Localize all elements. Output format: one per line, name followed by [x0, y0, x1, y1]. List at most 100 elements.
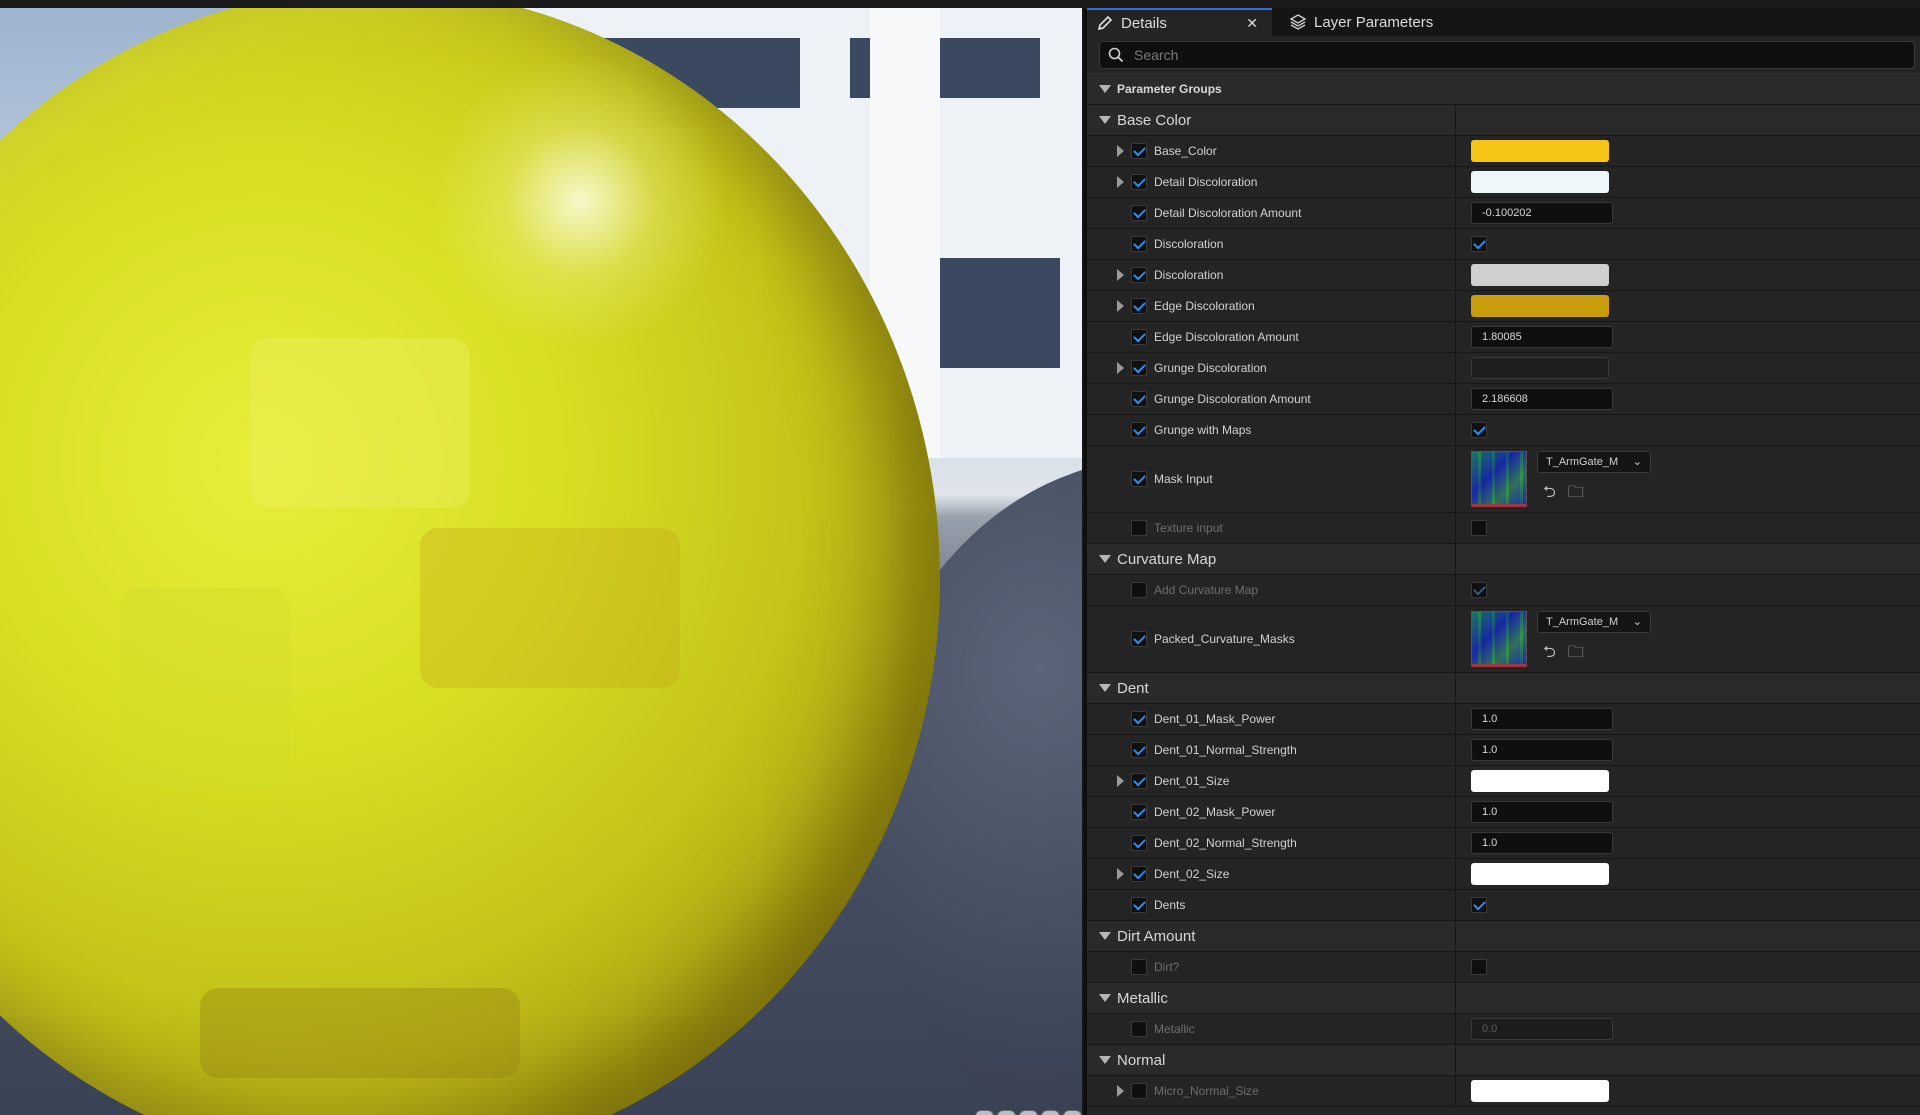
group-header-metallic[interactable]: Metallic — [1087, 983, 1920, 1014]
number-field[interactable]: 2.186608 — [1471, 388, 1613, 410]
group-label: Curvature Map — [1117, 550, 1217, 568]
value-checkbox[interactable] — [1471, 897, 1487, 913]
param-row-dent-02-size: Dent_02_Size — [1087, 859, 1920, 890]
color-swatch[interactable] — [1471, 770, 1609, 792]
color-swatch[interactable] — [1471, 295, 1609, 317]
asset-name: T_ArmGate_M — [1546, 615, 1619, 628]
parameter-groups-header[interactable]: Parameter Groups — [1087, 73, 1920, 105]
sphere-shape-icon[interactable] — [997, 1110, 1016, 1115]
group-header-curvature-map[interactable]: Curvature Map — [1087, 544, 1920, 575]
number-field[interactable]: -0.100202 — [1471, 202, 1613, 224]
texture-thumbnail[interactable] — [1471, 611, 1527, 667]
chevron-right-icon[interactable] — [1117, 269, 1124, 281]
value-checkbox[interactable] — [1471, 582, 1487, 598]
group-header-dent[interactable]: Dent — [1087, 673, 1920, 704]
override-checkbox[interactable] — [1131, 1083, 1147, 1099]
override-checkbox[interactable] — [1131, 959, 1147, 975]
param-label: Dent_02_Size — [1154, 867, 1230, 881]
value-checkbox[interactable] — [1471, 520, 1487, 536]
number-field[interactable]: 1.80085 — [1471, 326, 1613, 348]
override-checkbox[interactable] — [1131, 174, 1147, 190]
asset-picker-combo[interactable]: T_ArmGate_M ⌄ — [1537, 450, 1651, 473]
chevron-right-icon[interactable] — [1117, 300, 1124, 312]
value-checkbox[interactable] — [1471, 422, 1487, 438]
chevron-down-icon[interactable] — [1099, 555, 1111, 563]
color-swatch[interactable] — [1471, 863, 1609, 885]
override-checkbox[interactable] — [1131, 298, 1147, 314]
override-checkbox[interactable] — [1131, 391, 1147, 407]
param-label: Edge Discoloration Amount — [1154, 330, 1299, 344]
chevron-right-icon[interactable] — [1117, 176, 1124, 188]
chevron-right-icon[interactable] — [1117, 145, 1124, 157]
plane-shape-icon[interactable] — [1019, 1110, 1038, 1115]
chevron-down-icon[interactable] — [1099, 932, 1111, 940]
override-checkbox[interactable] — [1131, 582, 1147, 598]
chevron-right-icon[interactable] — [1117, 775, 1124, 787]
number-field[interactable]: 1.0 — [1471, 739, 1613, 761]
search-box[interactable] — [1099, 40, 1915, 69]
chevron-down-icon[interactable] — [1099, 116, 1111, 124]
material-preview-viewport[interactable] — [0, 8, 1082, 1115]
chevron-down-icon[interactable] — [1099, 684, 1111, 692]
value-checkbox[interactable] — [1471, 959, 1487, 975]
close-icon[interactable]: ✕ — [1246, 15, 1258, 32]
override-checkbox[interactable] — [1131, 360, 1147, 376]
custom-mesh-icon[interactable] — [1063, 1110, 1082, 1115]
group-header-normal[interactable]: Normal — [1087, 1045, 1920, 1076]
chevron-down-icon[interactable] — [1099, 994, 1111, 1002]
override-checkbox[interactable] — [1131, 267, 1147, 283]
number-field[interactable]: 1.0 — [1471, 708, 1613, 730]
search-input[interactable] — [1132, 45, 1914, 64]
number-field[interactable]: 1.0 — [1471, 801, 1613, 823]
cube-shape-icon[interactable] — [1041, 1110, 1060, 1115]
override-checkbox[interactable] — [1131, 205, 1147, 221]
param-row-add-curvature-map: Add Curvature Map — [1087, 575, 1920, 606]
sphere-texture-patch — [420, 528, 680, 688]
override-checkbox[interactable] — [1131, 329, 1147, 345]
browse-asset-icon[interactable]: 🗀 — [1568, 481, 1584, 508]
sphere-texture-patch — [250, 338, 470, 508]
chevron-right-icon[interactable] — [1117, 1085, 1124, 1097]
preview-shape-toolbar[interactable] — [975, 1110, 1082, 1115]
browse-asset-icon[interactable]: 🗀 — [1568, 641, 1584, 668]
color-swatch[interactable] — [1471, 171, 1609, 193]
param-row-micro-normal-size: Micro_Normal_Size — [1087, 1076, 1920, 1107]
override-checkbox[interactable] — [1131, 422, 1147, 438]
chevron-down-icon[interactable] — [1099, 1056, 1111, 1064]
override-checkbox[interactable] — [1131, 520, 1147, 536]
cylinder-shape-icon[interactable] — [975, 1110, 994, 1115]
override-checkbox[interactable] — [1131, 804, 1147, 820]
chevron-right-icon[interactable] — [1117, 362, 1124, 374]
override-checkbox[interactable] — [1131, 742, 1147, 758]
details-panel: Details ✕ Layer Parameters Parameter Gro… — [1084, 8, 1920, 1115]
use-selected-asset-icon[interactable]: ⮌ — [1543, 641, 1556, 668]
tab-details[interactable]: Details ✕ — [1087, 8, 1272, 36]
number-field[interactable]: 0.0 — [1471, 1018, 1613, 1040]
color-swatch[interactable] — [1471, 357, 1609, 379]
group-header-base-color[interactable]: Base Color — [1087, 105, 1920, 136]
param-row-dents: Dents — [1087, 890, 1920, 921]
chevron-right-icon[interactable] — [1117, 868, 1124, 880]
override-checkbox[interactable] — [1131, 835, 1147, 851]
use-selected-asset-icon[interactable]: ⮌ — [1543, 481, 1556, 508]
group-header-dirt-amount[interactable]: Dirt Amount — [1087, 921, 1920, 952]
override-checkbox[interactable] — [1131, 711, 1147, 727]
asset-picker-combo[interactable]: T_ArmGate_M ⌄ — [1537, 610, 1651, 633]
color-swatch[interactable] — [1471, 140, 1609, 162]
override-checkbox[interactable] — [1131, 773, 1147, 789]
chevron-down-icon[interactable] — [1099, 84, 1111, 93]
tab-layer-parameters[interactable]: Layer Parameters — [1280, 8, 1443, 36]
override-checkbox[interactable] — [1131, 143, 1147, 159]
override-checkbox[interactable] — [1131, 236, 1147, 252]
override-checkbox[interactable] — [1131, 471, 1147, 487]
color-swatch[interactable] — [1471, 1080, 1609, 1102]
override-checkbox[interactable] — [1131, 1021, 1147, 1037]
override-checkbox[interactable] — [1131, 631, 1147, 647]
override-checkbox[interactable] — [1131, 897, 1147, 913]
number-field[interactable]: 1.0 — [1471, 832, 1613, 854]
value-checkbox[interactable] — [1471, 236, 1487, 252]
chevron-down-icon: ⌄ — [1632, 456, 1642, 468]
override-checkbox[interactable] — [1131, 866, 1147, 882]
color-swatch[interactable] — [1471, 264, 1609, 286]
texture-thumbnail[interactable] — [1471, 451, 1527, 507]
